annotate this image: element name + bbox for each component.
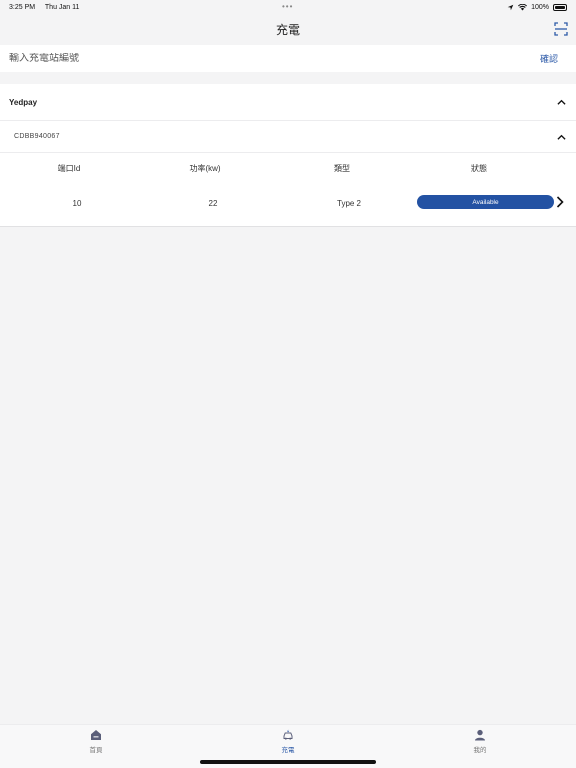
column-header-port-id: 端口Id — [57, 164, 81, 173]
location-arrow-icon — [507, 4, 514, 10]
column-header-status: 狀態 — [471, 164, 487, 173]
charger-header[interactable]: CDBB940067 — [0, 121, 576, 153]
column-header-type: 類型 — [334, 164, 350, 173]
chevron-right-icon[interactable] — [556, 196, 564, 208]
home-icon — [91, 730, 101, 740]
station-search-bar: 確認 — [0, 45, 576, 72]
tab-profile-label: 我的 — [473, 747, 487, 754]
home-indicator[interactable] — [200, 760, 376, 764]
column-header-power: 功率(kw) — [189, 164, 221, 173]
station-number-input[interactable] — [9, 53, 540, 64]
chevron-up-icon[interactable] — [557, 99, 566, 105]
status-time: 3:25 PM — [9, 3, 36, 11]
wifi-icon — [518, 3, 528, 10]
port-id: 10 — [72, 199, 82, 208]
ev-charging-icon — [283, 729, 293, 740]
station-header[interactable]: Yedpay — [0, 84, 576, 121]
battery-percent: 100% — [531, 3, 549, 11]
status-bar: 3:25 PM Thu Jan 11 ••• 100% — [0, 0, 576, 14]
scan-qr-icon[interactable] — [554, 22, 568, 36]
station-name: Yedpay — [9, 97, 38, 107]
page-title: 充電 — [275, 23, 300, 37]
port-row[interactable]: 10 22 Type 2 Available — [0, 183, 576, 227]
nav-bar: 充電 — [0, 14, 576, 45]
station-card: Yedpay CDBB940067 端口Id 功率(kw) 類型 狀態 10 2… — [0, 84, 576, 227]
status-badge: Available — [417, 195, 554, 209]
port-type: Type 2 — [336, 199, 362, 208]
multitask-dots-icon[interactable]: ••• — [282, 2, 293, 11]
port-power: 22 — [208, 199, 218, 208]
battery-icon — [553, 3, 567, 11]
status-date: Thu Jan 11 — [44, 3, 80, 11]
status-time-date: 3:25 PM Thu Jan 11 — [9, 4, 87, 11]
tab-charging-label: 充電 — [281, 747, 295, 754]
user-icon — [475, 729, 485, 741]
status-indicators: 100% — [507, 3, 567, 11]
tab-charging[interactable]: 充電 — [258, 729, 318, 754]
confirm-button[interactable]: 確認 — [540, 52, 558, 65]
tab-profile[interactable]: 我的 — [450, 729, 510, 754]
app-screen: 3:25 PM Thu Jan 11 ••• 100% 充電 確認 Yedpay… — [0, 0, 576, 768]
tab-home[interactable]: 首頁 — [66, 729, 126, 754]
charger-id: CDBB940067 — [14, 133, 60, 140]
port-table-header: 端口Id 功率(kw) 類型 狀態 — [0, 153, 576, 183]
chevron-up-icon[interactable] — [557, 134, 566, 140]
tab-home-label: 首頁 — [89, 747, 103, 754]
